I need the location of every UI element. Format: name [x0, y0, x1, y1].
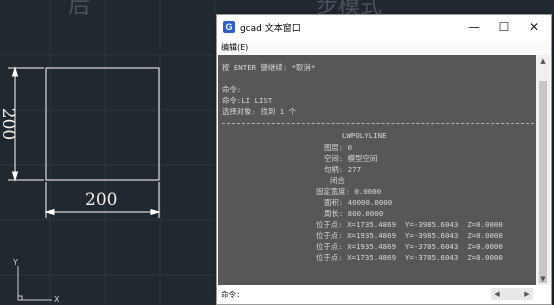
maximize-button[interactable]: ☐ [489, 17, 519, 37]
title-bar[interactable]: G gcad 文本窗口 — ☐ ✕ [217, 15, 551, 41]
scroll-left-icon[interactable]: ◀ [491, 288, 503, 300]
console-line: 位于点: X=1735.4869 Y=-3985.6043 Z=0.0000 [316, 220, 503, 229]
console-line: 命令: [222, 85, 242, 94]
console-line: 句柄: 277 [324, 165, 362, 174]
console-line: 位于点: X=1935.4869 Y=-3985.6043 Z=0.0000 [316, 231, 503, 240]
console-line: LWPOLYLINE [342, 131, 387, 140]
ucs-icon [17, 266, 52, 301]
polyline-square[interactable] [45, 67, 160, 181]
dimension-text-horizontal: 200 [85, 190, 118, 210]
console-line: 位于点: X=1735.4869 Y=-3785.6043 Z=0.0000 [316, 253, 503, 262]
command-line[interactable]: 命令: [218, 285, 536, 303]
console-line: 位于点: X=1935.4869 Y=-3785.6043 Z=0.0000 [316, 242, 503, 251]
dimension-text-vertical: 200 [0, 107, 19, 141]
scroll-down-icon[interactable]: ▼ [536, 273, 550, 285]
console-line: 图层: 0 [324, 143, 353, 152]
grid-lines [0, 0, 216, 305]
text-window[interactable]: G gcad 文本窗口 — ☐ ✕ 编辑(E) 按 ENTER 键继续: *取消… [216, 14, 552, 305]
close-button[interactable]: ✕ [519, 17, 549, 37]
console-line: 选择对象: 找到 1 个 [222, 107, 296, 116]
scroll-up-icon[interactable]: ▲ [536, 55, 550, 67]
minimize-button[interactable]: — [459, 17, 489, 37]
menu-edit[interactable]: 编辑(E) [221, 42, 248, 53]
console-line: 命令:LI LIST [222, 96, 273, 105]
vertical-scrollbar[interactable]: ▲ ▼ [536, 55, 550, 285]
console-line: 面积: 40000.0000 [324, 198, 393, 207]
scrollbar-thumb[interactable] [539, 81, 547, 283]
background-label-left: 后 [68, 0, 91, 19]
window-title: gcad 文本窗口 [240, 24, 301, 34]
console-line: 周长: 800.0000 [324, 209, 384, 218]
command-prompt: 命令: [221, 290, 241, 299]
console-line: 按 ENTER 键继续: *取消* [222, 63, 316, 72]
horizontal-scrollbar[interactable]: ◀ ▶ [491, 288, 533, 300]
gcad-app-icon: G [223, 21, 235, 33]
ucs-x-label: X [54, 295, 60, 304]
scroll-right-icon[interactable]: ▶ [521, 288, 533, 300]
console-separator [222, 123, 534, 124]
console-line: 固定宽度: 0.0000 [316, 187, 382, 196]
ucs-y-label: Y [13, 258, 18, 267]
menu-bar: 编辑(E) [217, 41, 551, 55]
console-line: 闭合 [330, 176, 345, 185]
console-line: 空间: 模型空间 [324, 154, 378, 163]
console-history[interactable]: 按 ENTER 键继续: *取消* 命令: 命令:LI LIST 选择对象: 找… [218, 55, 536, 285]
